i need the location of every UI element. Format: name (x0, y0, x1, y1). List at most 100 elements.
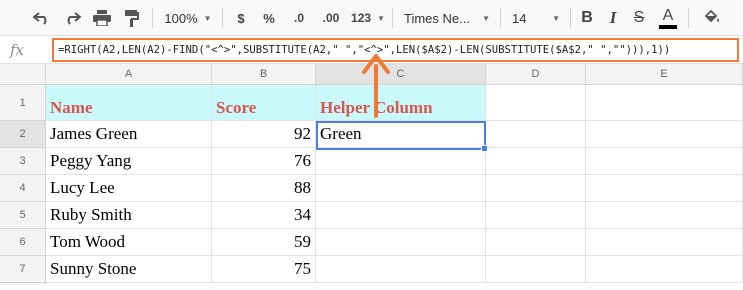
select-all-corner[interactable] (0, 64, 46, 85)
cell-c7[interactable] (316, 256, 486, 283)
row-header-3[interactable]: 3 (0, 148, 46, 175)
bold-button[interactable]: B (576, 4, 598, 32)
column-header-e[interactable]: E (586, 64, 743, 85)
formula-text: =RIGHT(A2,LEN(A2)-FIND("<^>",SUBSTITUTE(… (58, 44, 671, 56)
row-header-2[interactable]: 2 (0, 121, 46, 148)
cell-c6[interactable] (316, 229, 486, 256)
italic-button[interactable]: I (602, 4, 624, 32)
row-header-6[interactable]: 6 (0, 229, 46, 256)
bold-label: B (581, 9, 593, 26)
cell-a4[interactable]: Lucy Lee (46, 175, 212, 202)
redo-button[interactable] (60, 4, 84, 32)
fill-color-button[interactable] (700, 4, 724, 32)
column-header-label: C (396, 68, 405, 80)
decrease-decimals-button[interactable]: .0 (286, 4, 312, 32)
row-header-4[interactable]: 4 (0, 175, 46, 202)
cell-d1[interactable] (486, 85, 586, 121)
name-value: Peggy Yang (50, 151, 132, 170)
bottom-edge (0, 285, 743, 290)
column-header-label: B (259, 68, 268, 80)
cell-c5[interactable] (316, 202, 486, 229)
row-header-7[interactable]: 7 (0, 256, 46, 283)
cell-a2[interactable]: James Green (46, 121, 212, 148)
cell-b5[interactable]: 34 (212, 202, 316, 229)
toolbar-separator (152, 8, 153, 28)
currency-label: $ (237, 10, 245, 26)
cell-a1[interactable]: Name (46, 85, 212, 121)
cell-e6[interactable] (586, 229, 743, 256)
strikethrough-button[interactable]: S (628, 4, 650, 32)
cell-d4[interactable] (486, 175, 586, 202)
column-header-b[interactable]: B (212, 64, 316, 85)
print-button[interactable] (90, 4, 114, 32)
paint-format-icon (125, 9, 139, 27)
cell-b4[interactable]: 88 (212, 175, 316, 202)
cell-d3[interactable] (486, 148, 586, 175)
cell-c4[interactable] (316, 175, 486, 202)
cell-a6[interactable]: Tom Wood (46, 229, 212, 256)
column-header-label: A (124, 68, 133, 80)
paint-format-button[interactable] (120, 4, 144, 32)
row-header-label: 2 (19, 128, 26, 140)
cell-b6[interactable]: 59 (212, 229, 316, 256)
zoom-select[interactable]: 100% ▼ (160, 4, 216, 32)
header-name: Name (50, 97, 93, 117)
cell-e2[interactable] (586, 121, 743, 148)
score-value: 34 (294, 205, 311, 224)
cell-e5[interactable] (586, 202, 743, 229)
strikethrough-label: S (633, 9, 645, 26)
cell-d5[interactable] (486, 202, 586, 229)
chevron-down-icon: ▼ (482, 13, 490, 23)
cell-d6[interactable] (486, 229, 586, 256)
more-formats-label: 123 (351, 11, 372, 25)
score-value: 88 (294, 178, 311, 197)
score-value: 59 (294, 232, 311, 251)
cell-a5[interactable]: Ruby Smith (46, 202, 212, 229)
text-color-swatch (659, 24, 677, 29)
cell-e1[interactable] (586, 85, 743, 121)
font-family-select[interactable]: Times Ne... ▼ (400, 4, 494, 32)
more-formats-select[interactable]: 123 ▼ (348, 4, 388, 32)
cell-b7[interactable]: 75 (212, 256, 316, 283)
cell-b2[interactable]: 92 (212, 121, 316, 148)
cell-b3[interactable]: 76 (212, 148, 316, 175)
cell-a7[interactable]: Sunny Stone (46, 256, 212, 283)
italic-label: I (609, 8, 617, 27)
cell-e3[interactable] (586, 148, 743, 175)
cell-c3[interactable] (316, 148, 486, 175)
column-header-a[interactable]: A (46, 64, 212, 85)
cell-e4[interactable] (586, 175, 743, 202)
cell-c2[interactable]: Green (316, 121, 486, 148)
percent-format-button[interactable]: % (258, 4, 280, 32)
name-value: Lucy Lee (50, 178, 115, 197)
row-header-label: 3 (19, 155, 26, 167)
cell-b1[interactable]: Score (212, 85, 316, 121)
header-helper-column: Helper Column (320, 97, 433, 117)
column-header-c[interactable]: C (316, 64, 486, 85)
column-header-d[interactable]: D (486, 64, 586, 85)
increase-decimals-button[interactable]: .00 (316, 4, 346, 32)
formula-bar: fx =RIGHT(A2,LEN(A2)-FIND("<^>",SUBSTITU… (0, 36, 743, 64)
formula-input[interactable]: =RIGHT(A2,LEN(A2)-FIND("<^>",SUBSTITUTE(… (52, 38, 739, 62)
zoom-value: 100% (164, 10, 198, 26)
name-value: James Green (50, 124, 138, 143)
decrease-decimals-label: .0 (293, 11, 304, 25)
currency-format-button[interactable]: $ (230, 4, 252, 32)
row-header-label: 5 (19, 209, 26, 221)
score-value: 92 (294, 124, 311, 143)
cell-d7[interactable] (486, 256, 586, 283)
header-score: Score (216, 97, 257, 117)
toolbar-separator (500, 8, 501, 28)
row-header-5[interactable]: 5 (0, 202, 46, 229)
text-color-button[interactable]: A (656, 4, 680, 32)
print-icon (93, 10, 111, 26)
cell-d2[interactable] (486, 121, 586, 148)
row-header-1[interactable]: 1 (0, 85, 46, 121)
cell-c1[interactable]: Helper Column (316, 85, 486, 121)
undo-button[interactable] (30, 4, 54, 32)
font-size-value: 14 (512, 10, 527, 26)
font-size-select[interactable]: 14 ▼ (508, 4, 564, 32)
spreadsheet-grid: A B C D E 1 Name Score Helper Column 2 J… (0, 64, 743, 290)
cell-e7[interactable] (586, 256, 743, 283)
cell-a3[interactable]: Peggy Yang (46, 148, 212, 175)
